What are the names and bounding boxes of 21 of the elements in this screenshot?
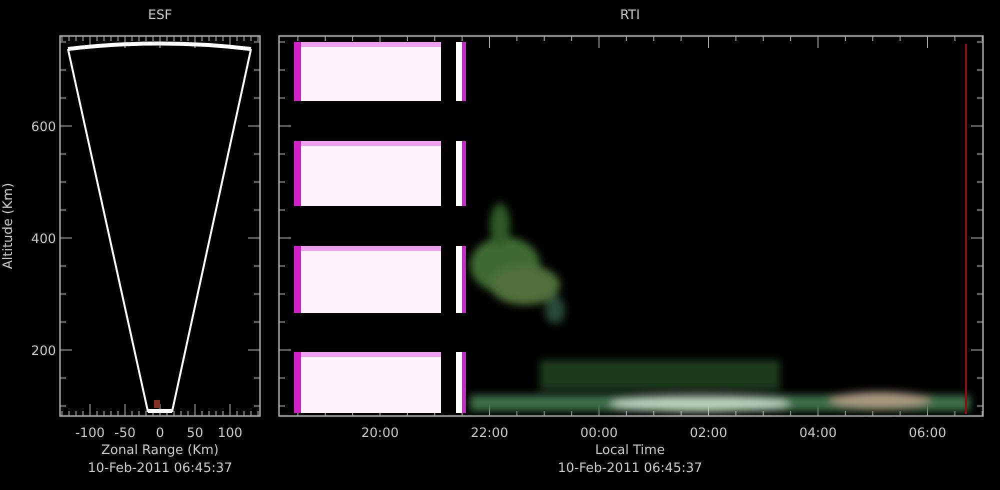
panel-title: ESF xyxy=(148,8,172,23)
axis-tick-label: 22:00 xyxy=(470,426,508,441)
axis-tick-label: 04:00 xyxy=(799,426,837,441)
axis-label: Zonal Range (Km) xyxy=(101,443,219,458)
axis-tick-label: 100 xyxy=(218,426,242,441)
axis-tick-label: 600 xyxy=(31,120,56,135)
axis-tick-label: 06:00 xyxy=(908,426,946,441)
axis-tick-label: 02:00 xyxy=(690,426,728,441)
axis-label: Local Time xyxy=(595,443,665,458)
panel-title: RTI xyxy=(620,8,640,23)
axis-tick-label: 200 xyxy=(31,344,56,359)
axis-tick-label: 0 xyxy=(156,426,164,441)
axis-tick-label: -100 xyxy=(75,426,105,441)
axis-tick-label: 50 xyxy=(186,426,204,441)
timestamp: 10-Feb-2011 06:45:37 xyxy=(558,461,702,476)
timestamp: 10-Feb-2011 06:45:37 xyxy=(88,461,232,476)
axis-tick-label: 20:00 xyxy=(361,426,399,441)
axis-tick-label: 400 xyxy=(31,232,56,247)
axis-label: Altitude (Km) xyxy=(1,182,16,270)
axis-tick-label: -50 xyxy=(114,426,136,441)
axis-tick-label: 00:00 xyxy=(580,426,618,441)
